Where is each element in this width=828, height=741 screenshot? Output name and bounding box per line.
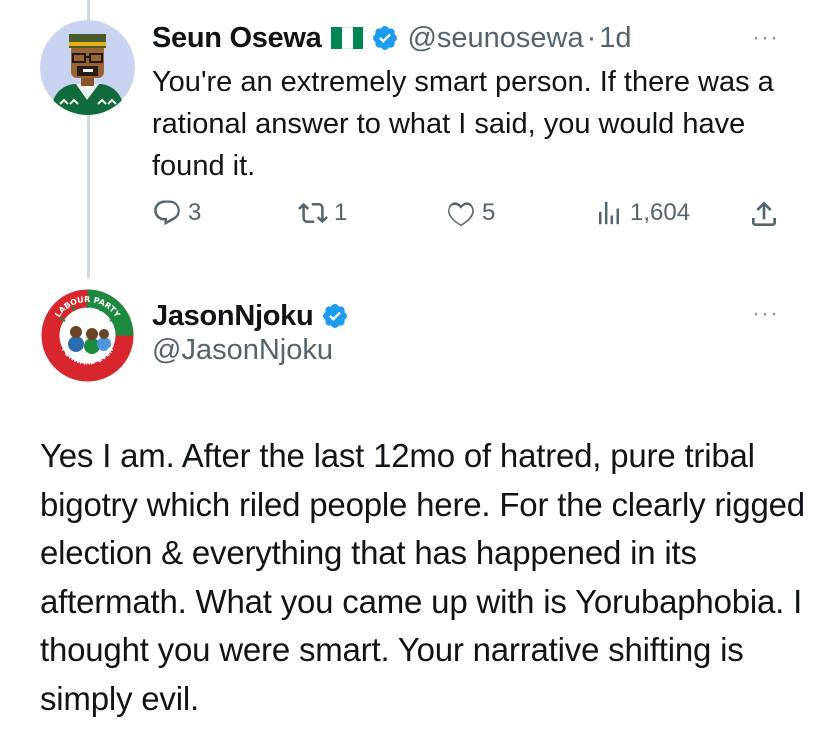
retweet-icon: [298, 202, 328, 224]
share-button[interactable]: [748, 198, 780, 230]
author-name[interactable]: Seun Osewa: [152, 22, 322, 55]
tweet1-text: You're an extremely smart person. If the…: [152, 66, 774, 182]
reply-button[interactable]: 3: [152, 198, 201, 228]
tweet1-header: Seun Osewa @seunosewa · 1d: [152, 18, 632, 58]
avatar-jason-njoku[interactable]: LABOUR PARTY FORWARD EVER: [40, 288, 135, 383]
tweet2-text: Yes I am. After the last 12mo of hatred,…: [40, 437, 805, 717]
views-button[interactable]: 1,604: [594, 198, 690, 228]
like-count: 5: [482, 199, 496, 226]
retweet-button[interactable]: 1: [298, 198, 347, 228]
author-handle[interactable]: @JasonNjoku: [152, 334, 333, 367]
like-icon: [448, 202, 474, 227]
tweet2-header: JasonNjoku: [152, 296, 349, 336]
views-icon: [599, 201, 619, 225]
reply-icon: [154, 200, 180, 226]
dot-separator: ·: [586, 21, 597, 54]
avatar-seun-osewa[interactable]: [40, 20, 135, 115]
nigeria-flag-icon: [331, 27, 364, 49]
views-count: 1,604: [630, 199, 691, 226]
author-handle[interactable]: @seunosewa: [407, 22, 583, 55]
more-icon[interactable]: ···: [752, 300, 779, 328]
verified-icon: [323, 304, 348, 328]
more-icon[interactable]: ···: [752, 24, 779, 52]
tweet1-action-bar: 3 1 5 1,604: [150, 198, 790, 238]
verified-icon: [373, 26, 398, 50]
like-button[interactable]: 5: [446, 198, 495, 228]
author-name[interactable]: JasonNjoku: [152, 300, 314, 333]
share-icon: [752, 201, 776, 226]
timestamp[interactable]: 1d: [599, 22, 631, 55]
reply-count: 3: [188, 199, 202, 226]
retweet-count: 1: [334, 199, 348, 226]
